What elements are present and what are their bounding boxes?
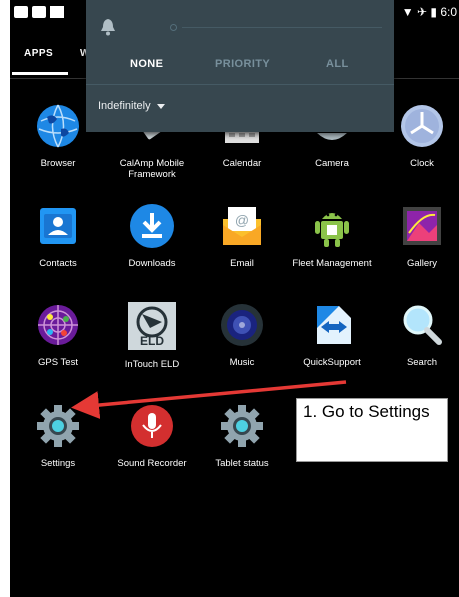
app-label: Browser	[40, 158, 76, 169]
mode-priority-button[interactable]: PRIORITY	[215, 58, 270, 70]
app-label: QuickSupport	[303, 357, 361, 368]
eld-badge: ELD	[140, 334, 164, 348]
status-right: ▼ ✈ ▮ 6:0	[402, 5, 457, 19]
eld-icon: ELD	[128, 302, 176, 350]
app-drawer-screen: ▼ ✈ ▮ 6:0 APPS W Browser CalAmp Mobile F…	[10, 0, 459, 597]
duration-dropdown[interactable]: Indefinitely	[98, 100, 165, 112]
divider	[86, 84, 394, 85]
clock-time: 6:0	[440, 5, 457, 19]
app-label: Email	[230, 258, 254, 269]
globe-icon	[35, 103, 81, 149]
message-icon	[32, 6, 46, 18]
music-icon	[219, 302, 265, 348]
app-label: Tablet status	[215, 458, 269, 469]
volume-slider-track[interactable]	[182, 27, 382, 28]
app-email[interactable]: @ Email	[196, 203, 288, 269]
app-label: CalAmp Mobile Framework	[119, 158, 185, 180]
duration-value: Indefinitely	[98, 100, 151, 112]
battery-icon: ▮	[430, 5, 437, 19]
app-gps-test[interactable]: GPS Test	[12, 302, 104, 368]
app-fleet-management[interactable]: Fleet Management	[286, 203, 378, 269]
app-intouch-eld[interactable]: ELD InTouch ELD	[106, 302, 198, 370]
mode-all-button[interactable]: ALL	[326, 58, 349, 70]
tab-apps[interactable]: APPS	[24, 48, 53, 59]
email-icon: @	[219, 203, 265, 249]
bell-icon	[100, 18, 116, 36]
app-music[interactable]: Music	[196, 302, 288, 368]
app-quicksupport[interactable]: QuickSupport	[286, 302, 378, 368]
gear-icon	[219, 403, 265, 449]
annotation-callout: 1. Go to Settings	[296, 398, 448, 462]
app-label: Search	[406, 357, 438, 368]
app-gallery[interactable]: Gallery	[376, 203, 459, 269]
app-label: Camera	[315, 158, 349, 169]
airplane-icon: ✈	[416, 5, 428, 19]
notification-icon	[50, 6, 64, 18]
app-label: Settings	[40, 458, 76, 469]
notification-panel: NONE PRIORITY ALL Indefinitely	[86, 0, 394, 132]
mode-none-button[interactable]: NONE	[130, 58, 163, 70]
app-label: Fleet Management	[292, 258, 372, 269]
alert-icon	[14, 6, 28, 18]
app-settings[interactable]: Settings	[12, 403, 104, 469]
search-icon	[399, 302, 445, 348]
caret-down-icon	[156, 103, 165, 109]
app-downloads[interactable]: Downloads	[106, 203, 198, 269]
download-icon	[129, 203, 175, 249]
app-contacts[interactable]: Contacts	[12, 203, 104, 269]
app-sound-recorder[interactable]: Sound Recorder	[106, 403, 198, 469]
android-icon	[309, 203, 355, 249]
app-label: Sound Recorder	[117, 458, 187, 469]
gallery-icon	[399, 203, 445, 249]
tab-indicator	[12, 72, 68, 75]
wifi-icon: ▼	[401, 5, 414, 19]
microphone-icon	[129, 403, 175, 449]
app-tablet-status[interactable]: Tablet status	[196, 403, 288, 469]
clock-icon	[399, 103, 445, 149]
quicksupport-icon	[309, 302, 355, 348]
svg-text:@: @	[235, 212, 249, 228]
app-label: Gallery	[406, 258, 438, 269]
app-label: Contacts	[39, 258, 77, 269]
slider-thumb[interactable]	[170, 24, 177, 31]
app-search[interactable]: Search	[376, 302, 459, 368]
app-label: InTouch ELD	[124, 359, 180, 370]
gps-icon	[35, 302, 81, 348]
app-label: Downloads	[128, 258, 176, 269]
gear-icon	[35, 403, 81, 449]
app-label: Clock	[410, 158, 434, 169]
contacts-icon	[35, 203, 81, 249]
app-label: Music	[229, 357, 255, 368]
app-label: GPS Test	[38, 357, 78, 368]
app-label: Calendar	[222, 158, 262, 169]
